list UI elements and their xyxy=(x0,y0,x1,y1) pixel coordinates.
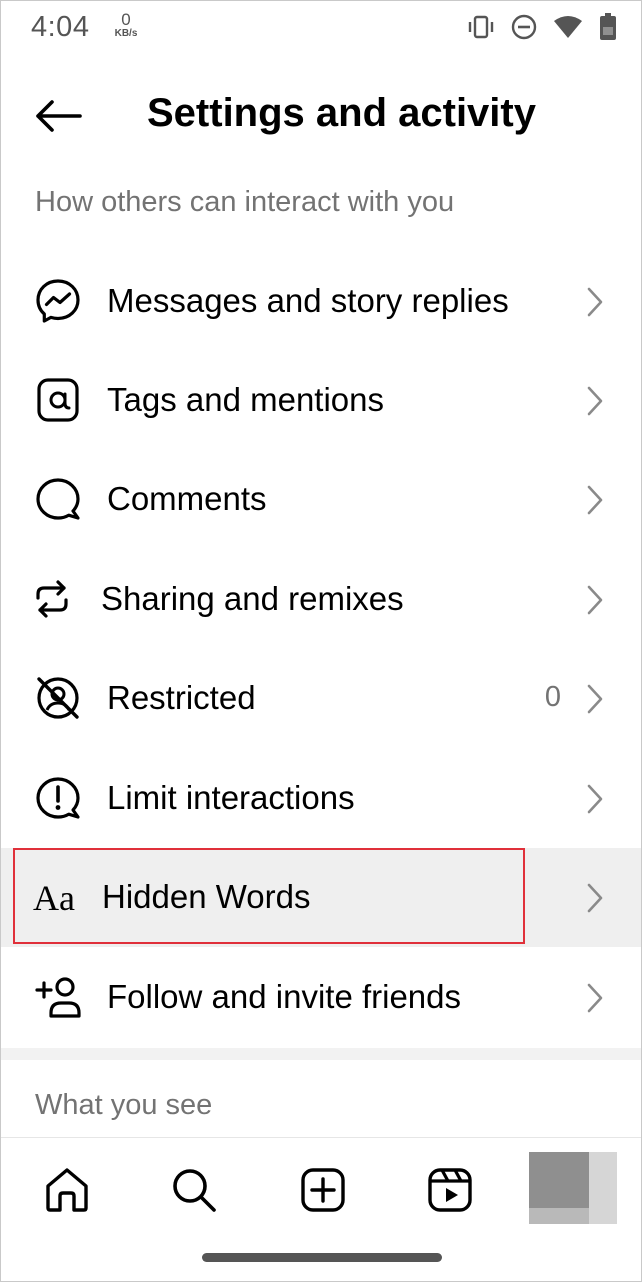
share-remix-icon xyxy=(29,576,75,622)
do-not-disturb-icon xyxy=(511,14,537,40)
row-hidden-words[interactable]: Aa Hidden Words xyxy=(1,848,641,947)
row-label: Comments xyxy=(107,480,267,517)
limit-interactions-icon xyxy=(35,775,81,821)
chevron-right-icon xyxy=(587,585,603,615)
wifi-icon xyxy=(553,15,583,39)
nav-profile-avatar[interactable] xyxy=(529,1152,617,1224)
row-label: Hidden Words xyxy=(102,878,311,915)
gesture-home-indicator[interactable] xyxy=(202,1253,442,1262)
row-label: Sharing and remixes xyxy=(101,580,404,617)
status-time: 4:04 xyxy=(31,11,90,43)
row-label: Follow and invite friends xyxy=(107,978,462,1015)
phone-screen: 4:04 0 KB/s Settings and activity How ot… xyxy=(0,0,642,1282)
chevron-right-icon xyxy=(587,485,603,515)
row-follow-and-invite-friends[interactable]: Follow and invite friends xyxy=(1,948,641,1047)
nav-reels[interactable] xyxy=(424,1164,476,1216)
bottom-navigation xyxy=(1,1137,641,1281)
status-icons xyxy=(467,13,617,41)
comment-bubble-icon xyxy=(35,476,81,522)
restricted-icon xyxy=(35,675,81,721)
network-speed-unit: KB/s xyxy=(114,28,138,39)
home-icon xyxy=(46,1168,88,1212)
messenger-icon xyxy=(35,278,81,324)
network-speed-value: 0 xyxy=(121,10,131,29)
section-divider xyxy=(1,1048,641,1060)
row-comments[interactable]: Comments xyxy=(1,450,641,549)
page-title: Settings and activity xyxy=(147,91,536,135)
chevron-right-icon xyxy=(587,684,603,714)
chevron-right-icon xyxy=(587,784,603,814)
battery-icon xyxy=(599,13,617,41)
row-tags-and-mentions[interactable]: Tags and mentions xyxy=(1,351,641,450)
status-bar: 4:04 0 KB/s xyxy=(1,1,641,57)
network-speed: 0 KB/s xyxy=(109,11,143,39)
row-label: Limit interactions xyxy=(107,779,355,816)
nav-home[interactable] xyxy=(41,1164,93,1216)
section-title-what-you-see: What you see xyxy=(35,1089,213,1121)
chevron-right-icon xyxy=(587,287,603,317)
text-aa-icon: Aa xyxy=(31,872,81,918)
row-restricted[interactable]: Restricted 0 xyxy=(1,649,641,748)
reels-icon xyxy=(428,1168,472,1212)
nav-create[interactable] xyxy=(297,1164,349,1216)
back-button[interactable] xyxy=(27,91,89,141)
restricted-count: 0 xyxy=(544,681,561,713)
chevron-right-icon xyxy=(587,983,603,1013)
chevron-right-icon xyxy=(587,883,603,913)
row-label: Messages and story replies xyxy=(107,282,509,319)
add-person-icon xyxy=(35,974,83,1020)
row-sharing-and-remixes[interactable]: Sharing and remixes xyxy=(1,550,641,649)
row-label: Restricted xyxy=(107,679,256,716)
row-limit-interactions[interactable]: Limit interactions xyxy=(1,749,641,848)
chevron-right-icon xyxy=(587,386,603,416)
app-header: Settings and activity xyxy=(1,73,641,159)
back-arrow-icon xyxy=(36,100,82,132)
vibrate-icon xyxy=(467,14,495,40)
nav-search[interactable] xyxy=(168,1164,220,1216)
create-icon xyxy=(301,1168,345,1212)
row-label: Tags and mentions xyxy=(107,381,385,418)
svg-text:Aa: Aa xyxy=(33,878,75,918)
row-messages-and-story-replies[interactable]: Messages and story replies xyxy=(1,252,641,351)
section-title-interactions: How others can interact with you xyxy=(35,186,455,218)
at-sign-icon xyxy=(35,377,81,423)
search-icon xyxy=(173,1169,216,1212)
